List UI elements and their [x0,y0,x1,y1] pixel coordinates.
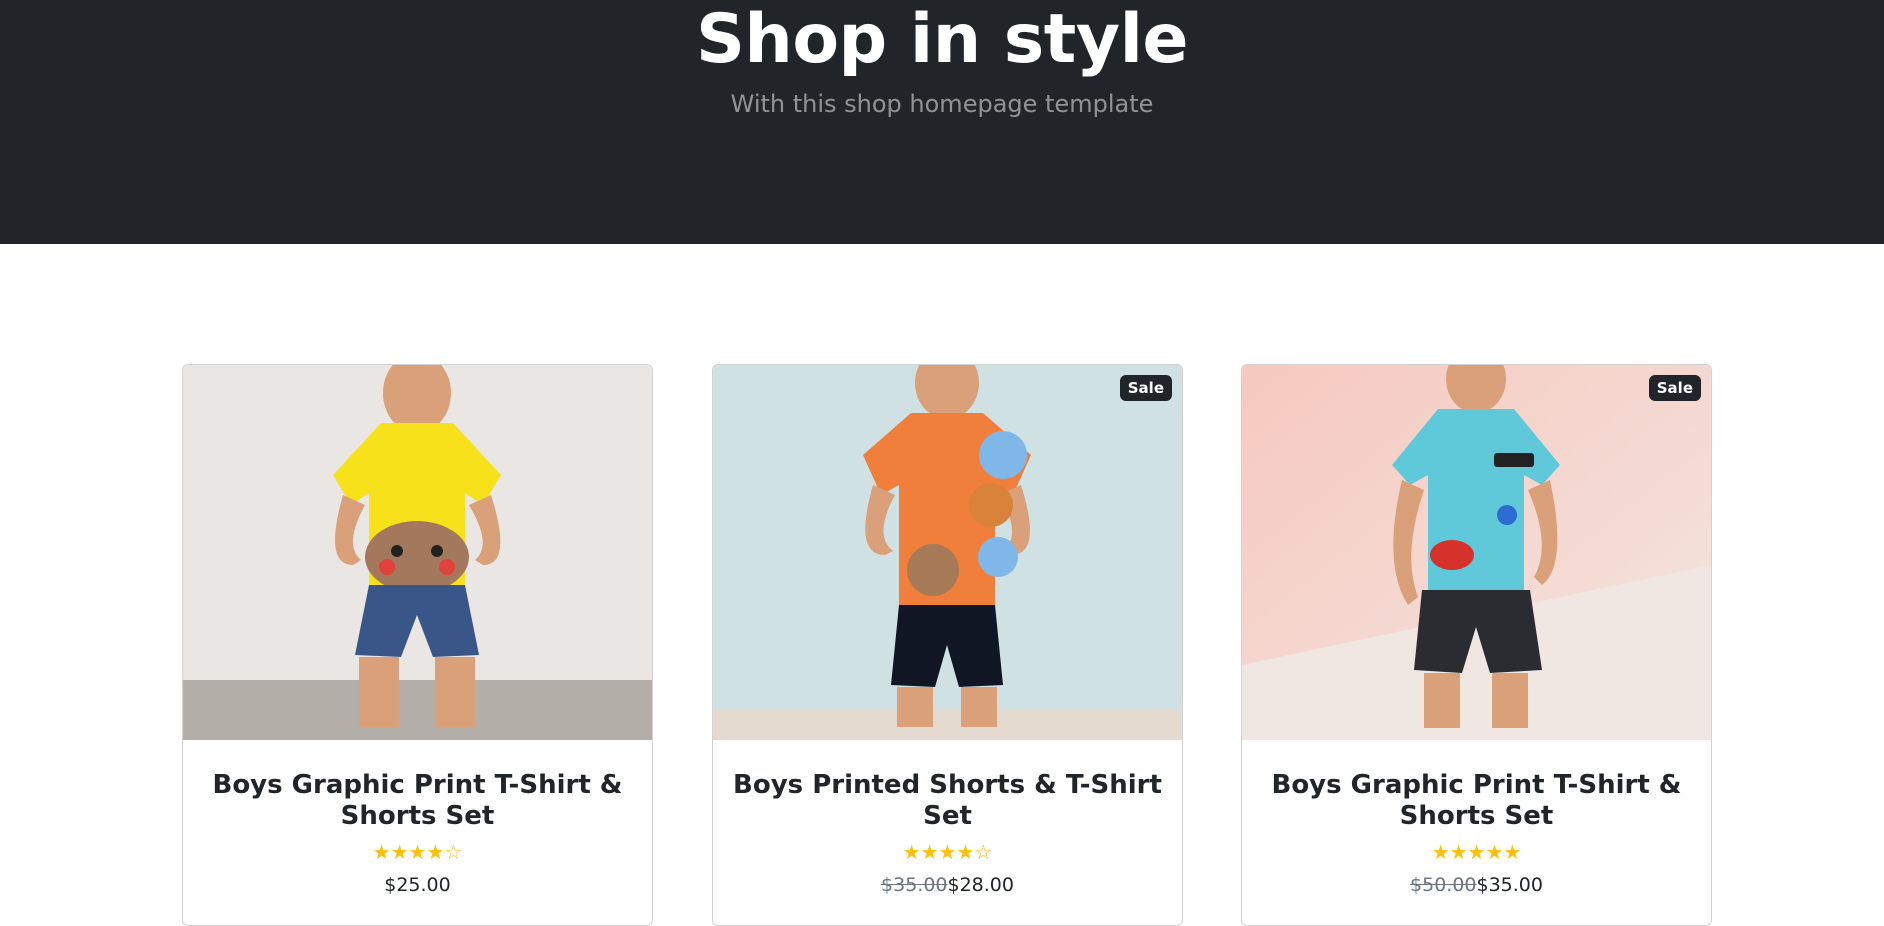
current-price: $25.00 [384,874,451,896]
product-card[interactable]: Sale Boys Graphic Print T-Shirt & Shorts… [1241,364,1712,926]
hero-header: Shop in style With this shop homepage te… [0,0,1884,244]
product-card[interactable]: Boys Graphic Print T-Shirt & Shorts Set … [182,364,653,926]
product-card[interactable]: Sale Boys Printed Shorts & T-Shirt Set ★… [712,364,1183,926]
product-image[interactable]: Sale [1242,365,1711,740]
product-title[interactable]: Boys Graphic Print T-Shirt & Shorts Set [203,770,632,832]
product-title[interactable]: Boys Printed Shorts & T-Shirt Set [733,770,1162,832]
product-title[interactable]: Boys Graphic Print T-Shirt & Shorts Set [1262,770,1691,832]
product-price: $25.00 [203,874,632,896]
product-image[interactable]: Sale [713,365,1182,740]
current-price: $28.00 [947,874,1014,896]
old-price: $50.00 [1410,874,1477,896]
old-price: $35.00 [881,874,948,896]
product-price: $35.00$28.00 [733,874,1162,896]
rating-stars: ★★★★☆ [902,840,993,864]
rating-stars: ★★★★☆ [372,840,463,864]
hero-title: Shop in style [695,0,1189,79]
sale-badge: Sale [1119,375,1172,401]
product-image[interactable] [183,365,652,740]
sale-badge: Sale [1648,375,1701,401]
hero-subtitle: With this shop homepage template [730,90,1154,118]
product-grid: Boys Graphic Print T-Shirt & Shorts Set … [0,244,1884,926]
product-price: $50.00$35.00 [1262,874,1691,896]
rating-stars: ★★★★★ [1431,840,1522,864]
current-price: $35.00 [1476,874,1543,896]
